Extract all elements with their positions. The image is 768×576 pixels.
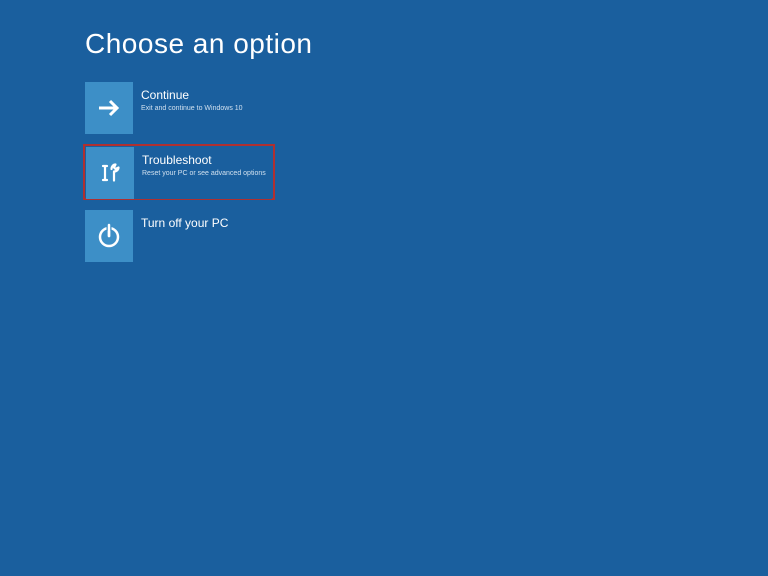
tools-icon (86, 147, 134, 199)
option-title: Continue (141, 88, 273, 102)
option-subtitle: Reset your PC or see advanced options (142, 169, 272, 178)
option-troubleshoot[interactable]: Troubleshoot Reset your PC or see advanc… (83, 144, 275, 200)
option-continue-content: Continue Exit and continue to Windows 10 (133, 82, 273, 134)
option-power-off-content: Turn off your PC (133, 210, 273, 262)
option-power-off[interactable]: Turn off your PC (85, 210, 273, 262)
main-container: Choose an option Continue Exit and conti… (0, 0, 768, 262)
option-troubleshoot-content: Troubleshoot Reset your PC or see advanc… (134, 147, 272, 199)
option-continue[interactable]: Continue Exit and continue to Windows 10 (85, 82, 273, 134)
option-subtitle: Exit and continue to Windows 10 (141, 104, 273, 113)
option-title: Turn off your PC (141, 216, 273, 230)
page-title: Choose an option (85, 28, 768, 60)
option-title: Troubleshoot (142, 153, 272, 167)
arrow-right-icon (85, 82, 133, 134)
power-icon (85, 210, 133, 262)
